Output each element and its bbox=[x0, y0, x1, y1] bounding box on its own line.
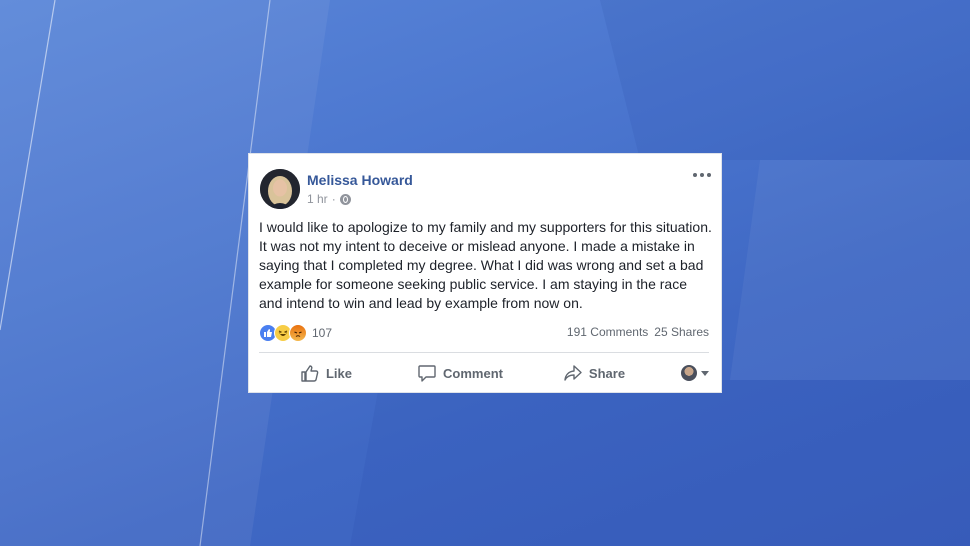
facebook-post-card: Melissa Howard 1 hr · I would like to ap… bbox=[248, 153, 722, 393]
post-meta: 1 hr · bbox=[307, 192, 351, 206]
chevron-down-icon bbox=[701, 370, 709, 376]
post-text: I would like to apologize to my family a… bbox=[259, 219, 712, 311]
like-button[interactable]: Like bbox=[259, 363, 393, 383]
post-timestamp[interactable]: 1 hr bbox=[307, 192, 328, 206]
globe-icon[interactable] bbox=[339, 193, 351, 205]
comment-label: Comment bbox=[443, 365, 503, 381]
thumbs-up-icon bbox=[301, 365, 319, 382]
reactions-summary[interactable]: 107 bbox=[259, 324, 332, 342]
engagement-stats: 191 Comments 25 Shares bbox=[567, 325, 709, 339]
author-avatar[interactable] bbox=[260, 169, 300, 209]
react-as-selector[interactable] bbox=[661, 365, 709, 381]
comment-button[interactable]: Comment bbox=[393, 363, 527, 383]
shares-count-link[interactable]: 25 Shares bbox=[654, 325, 709, 339]
angry-reaction-icon bbox=[289, 324, 307, 342]
comments-count-link[interactable]: 191 Comments bbox=[567, 325, 648, 339]
share-arrow-icon bbox=[564, 365, 582, 381]
share-label: Share bbox=[588, 365, 626, 381]
post-actions-bar: Like Comment Share bbox=[259, 354, 709, 392]
share-button[interactable]: Share bbox=[527, 363, 661, 383]
avatar-photo bbox=[260, 169, 300, 209]
comment-icon bbox=[418, 365, 436, 382]
meta-separator: · bbox=[331, 192, 336, 206]
divider bbox=[259, 352, 709, 353]
author-name[interactable]: Melissa Howard bbox=[307, 172, 413, 188]
profile-avatar-icon bbox=[681, 365, 697, 381]
more-options-icon[interactable] bbox=[693, 168, 711, 182]
like-label: Like bbox=[325, 365, 352, 381]
reaction-count: 107 bbox=[312, 326, 333, 340]
